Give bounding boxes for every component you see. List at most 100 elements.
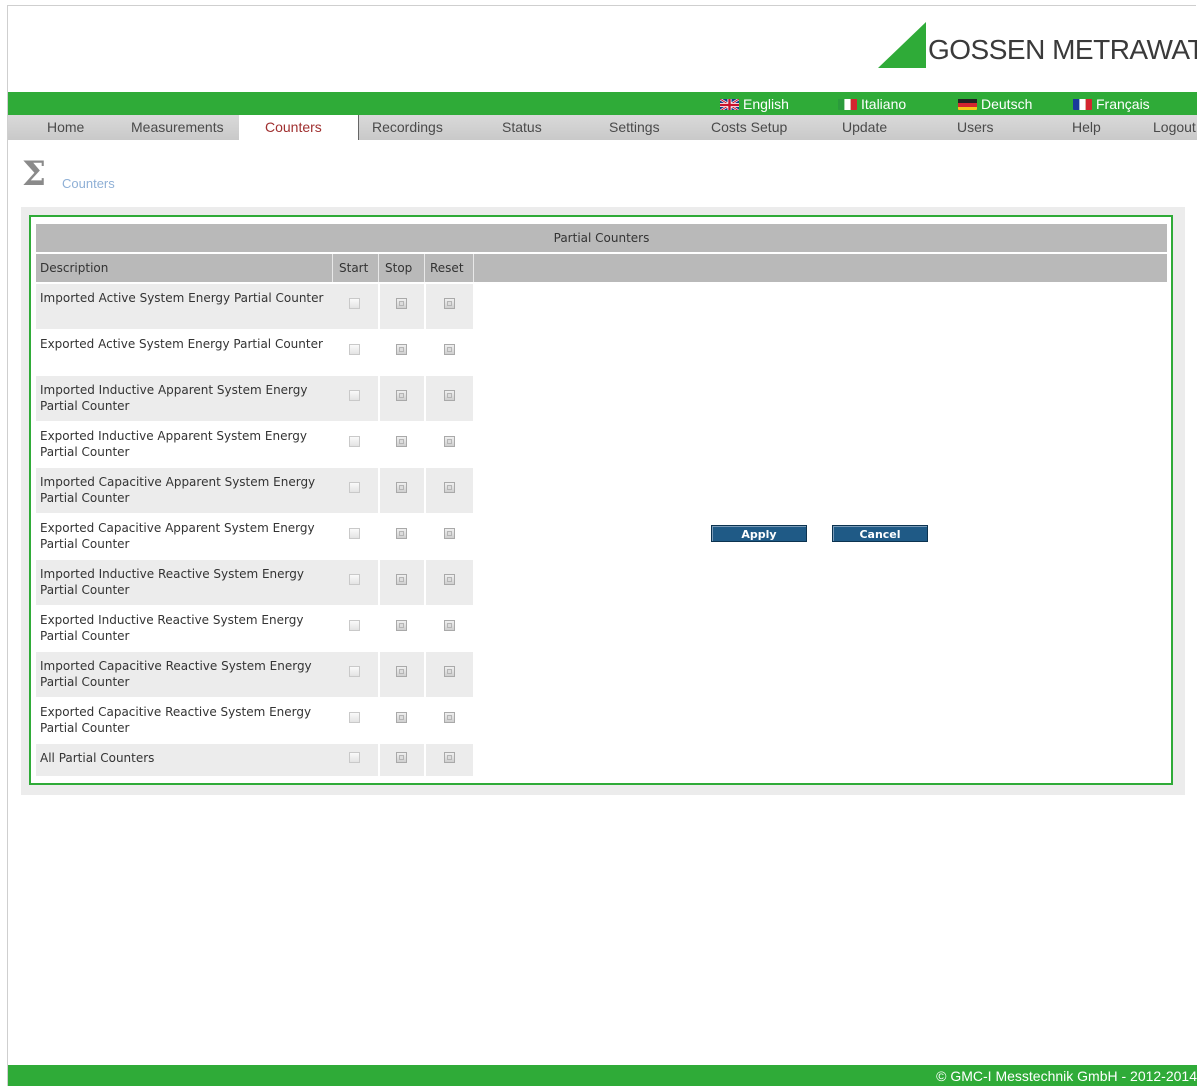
table-row: Exported Capacitive Reactive System Ener…	[36, 698, 476, 743]
start-cell	[332, 422, 378, 467]
start-cell	[332, 284, 378, 329]
uk-flag-icon	[720, 97, 739, 110]
language-bar: English Italiano Deutsch Français	[8, 92, 1197, 115]
table-row: Imported Capacitive Apparent System Ener…	[36, 468, 476, 513]
table-header-row: Description Start Stop Reset	[36, 254, 1167, 282]
reset-checkbox[interactable]	[443, 528, 455, 539]
stop-checkbox[interactable]	[396, 298, 407, 309]
reset-cell	[426, 514, 473, 559]
start-checkbox[interactable]	[349, 482, 360, 493]
start-checkbox[interactable]	[349, 344, 360, 355]
row-description: Exported Inductive Apparent System Energ…	[40, 429, 307, 459]
apply-button[interactable]: Apply	[711, 525, 807, 542]
nav-recordings[interactable]: Recordings	[372, 115, 443, 140]
stop-checkbox[interactable]	[396, 574, 407, 585]
start-checkbox[interactable]	[349, 298, 360, 309]
reset-checkbox[interactable]	[443, 620, 455, 631]
language-label: Italiano	[861, 95, 907, 112]
stop-checkbox[interactable]	[396, 390, 407, 401]
copyright-text: © GMC-I Messtechnik GmbH - 2012-2014	[936, 1068, 1197, 1084]
row-description: Exported Active System Energy Partial Co…	[40, 337, 323, 351]
nav-users[interactable]: Users	[957, 115, 994, 140]
column-header-description: Description	[40, 261, 109, 275]
start-checkbox[interactable]	[349, 752, 360, 763]
logo-triangle-icon	[878, 22, 926, 68]
reset-cell	[426, 422, 473, 467]
start-cell	[332, 744, 378, 776]
france-flag-icon	[1073, 98, 1092, 110]
nav-logout[interactable]: Logout	[1153, 115, 1196, 140]
stop-cell	[380, 376, 424, 421]
nav-costs-setup[interactable]: Costs Setup	[711, 115, 787, 140]
stop-checkbox[interactable]	[396, 344, 407, 355]
footer-bar: © GMC-I Messtechnik GmbH - 2012-2014	[8, 1065, 1197, 1086]
reset-cell	[426, 606, 473, 651]
reset-checkbox[interactable]	[443, 712, 455, 723]
column-header-start: Start	[339, 261, 369, 275]
stop-cell	[380, 514, 424, 559]
reset-cell	[426, 744, 473, 776]
stop-checkbox[interactable]	[396, 436, 407, 447]
row-description: Imported Inductive Reactive System Energ…	[36, 560, 332, 605]
stop-checkbox[interactable]	[396, 482, 407, 493]
reset-checkbox[interactable]	[443, 666, 455, 677]
start-cell	[332, 560, 378, 605]
row-description: Exported Capacitive Apparent System Ener…	[40, 521, 315, 551]
table-row: Imported Capacitive Reactive System Ener…	[36, 652, 476, 697]
reset-checkbox[interactable]	[443, 344, 455, 355]
reset-cell	[426, 652, 473, 697]
table-row: Imported Inductive Reactive System Energ…	[36, 560, 476, 605]
start-checkbox[interactable]	[349, 712, 360, 723]
language-francais[interactable]: Français	[1073, 95, 1150, 112]
start-checkbox[interactable]	[349, 574, 360, 585]
sigma-icon: Σ	[22, 154, 47, 194]
language-english[interactable]: English	[720, 95, 789, 112]
reset-cell	[426, 698, 473, 743]
nav-help[interactable]: Help	[1072, 115, 1101, 140]
germany-flag-icon	[958, 98, 977, 110]
reset-checkbox[interactable]	[443, 390, 455, 401]
nav-status[interactable]: Status	[502, 115, 542, 140]
nav-update[interactable]: Update	[842, 115, 887, 140]
start-checkbox[interactable]	[349, 666, 360, 677]
start-checkbox[interactable]	[349, 436, 360, 447]
stop-cell	[380, 468, 424, 513]
column-divider	[378, 254, 379, 282]
start-checkbox[interactable]	[349, 390, 360, 401]
nav-counters[interactable]: Counters	[265, 115, 322, 140]
stop-checkbox[interactable]	[396, 752, 407, 763]
column-header-reset: Reset	[430, 261, 464, 275]
cancel-button[interactable]: Cancel	[832, 525, 928, 542]
stop-checkbox[interactable]	[396, 712, 407, 723]
reset-checkbox[interactable]	[443, 482, 455, 493]
table-row: All Partial Counters	[36, 744, 476, 776]
stop-checkbox[interactable]	[396, 666, 407, 677]
start-checkbox[interactable]	[349, 528, 360, 539]
language-italiano[interactable]: Italiano	[838, 95, 906, 112]
stop-cell	[380, 744, 424, 776]
stop-cell	[380, 652, 424, 697]
row-description: Exported Capacitive Reactive System Ener…	[40, 705, 312, 735]
nav-home[interactable]: Home	[47, 115, 84, 140]
row-description: All Partial Counters	[36, 744, 332, 776]
language-label: Français	[1096, 95, 1150, 112]
start-checkbox[interactable]	[349, 620, 360, 631]
nav-measurements[interactable]: Measurements	[131, 115, 224, 140]
stop-checkbox[interactable]	[396, 528, 407, 539]
language-deutsch[interactable]: Deutsch	[958, 95, 1032, 112]
reset-checkbox[interactable]	[443, 436, 455, 447]
reset-checkbox[interactable]	[443, 752, 455, 763]
nav-settings[interactable]: Settings	[609, 115, 660, 140]
row-description: Imported Capacitive Apparent System Ener…	[36, 468, 332, 513]
reset-cell	[426, 376, 473, 421]
stop-cell	[380, 330, 424, 375]
start-cell	[332, 376, 378, 421]
reset-checkbox[interactable]	[443, 574, 455, 585]
counter-rows: Imported Active System Energy Partial Co…	[36, 284, 476, 777]
table-row: Exported Inductive Apparent System Energ…	[36, 422, 476, 467]
reset-cell	[426, 560, 473, 605]
reset-checkbox[interactable]	[443, 298, 455, 309]
stop-checkbox[interactable]	[396, 620, 407, 631]
row-description: Imported Active System Energy Partial Co…	[36, 284, 332, 329]
partial-counters-box: Partial Counters Description Start Stop …	[29, 215, 1173, 785]
